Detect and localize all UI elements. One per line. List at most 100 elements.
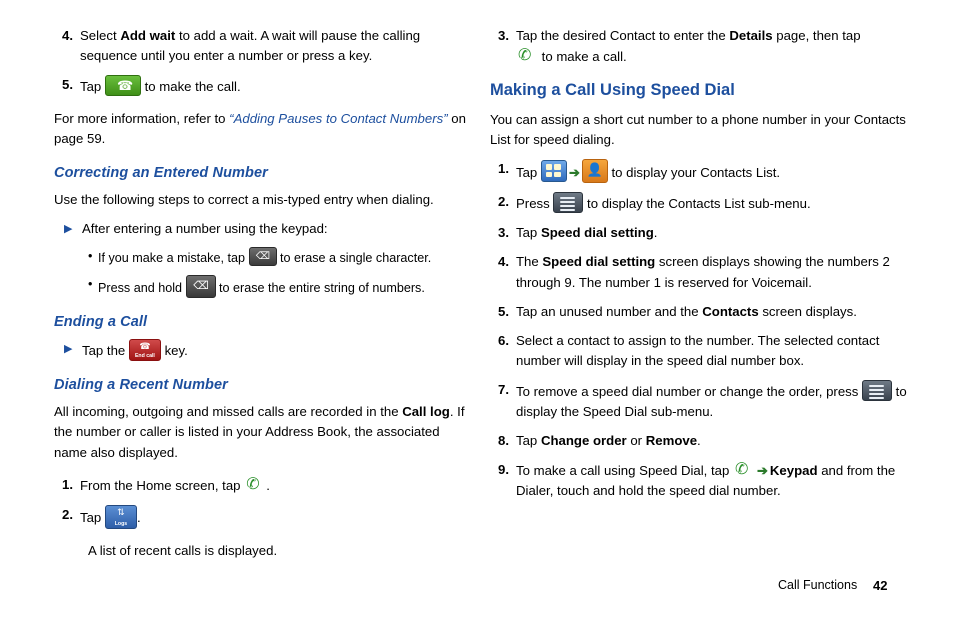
step-text: Tap ☎ to make the call. [80, 75, 474, 97]
correcting-body-text: Use the following steps to correct a mis… [54, 192, 434, 208]
step-text: Tap Change order or Remove. [516, 431, 910, 451]
step-text-mid: or [626, 432, 646, 448]
heading-correcting-entered-number: Correcting an Entered Number [54, 165, 268, 182]
list-item: 4. The Speed dial setting screen display… [490, 252, 910, 292]
step-text-bold: Speed dial setting [542, 254, 656, 270]
recent-body-bold: Call log [402, 404, 450, 420]
step-text: Tap ➔ 👤 to display your Contacts List. [516, 159, 910, 184]
bullet-icon: • [88, 277, 93, 292]
list-item: • Press and hold ⌫ to erase the entire s… [54, 275, 474, 299]
manual-page: 4. Select Add wait to add a wait. A wait… [0, 0, 954, 636]
step-text-bold: Add wait [120, 28, 176, 43]
arrow-text-pre: Tap the [82, 343, 129, 359]
step-text-pre: Tap [516, 225, 541, 241]
arrow-right-icon: ➔ [568, 165, 580, 181]
step-text: Select a contact to assign to the number… [516, 332, 880, 368]
step-number: 4. [62, 28, 73, 43]
step-number: 6. [498, 332, 509, 348]
step-number: 2. [62, 506, 73, 522]
backspace-delete-icon: ⌫ [185, 275, 216, 299]
bullet-icon: • [88, 249, 93, 264]
step-text-mid: page, then tap [772, 28, 861, 43]
step-number: 3. [498, 225, 509, 241]
step-text: Tap ⇅ Logs. [80, 504, 474, 529]
note-pre: For more information, refer to [54, 111, 230, 127]
step-text-pre: The [516, 254, 543, 270]
list-item: 1. From the Home screen, tap ✆. [54, 474, 474, 496]
step-text: Tap an unused number and the Contacts sc… [516, 302, 910, 322]
step-text-post: screen displays. [758, 303, 857, 319]
step-text-pre: Tap [80, 509, 105, 525]
triangle-arrow-icon: ▶ [64, 223, 73, 236]
list-item: 2. Press to display the Contacts List su… [490, 192, 910, 214]
step-text-pre: Select [80, 28, 121, 43]
step-text-post: to make a call. [538, 49, 627, 65]
arrow-item: ▶ Tap the ☎ End call key. [54, 339, 474, 362]
list-item: 6. Select a contact to assign to the num… [490, 331, 910, 371]
step-text: Tap Speed dial setting. [516, 223, 910, 243]
bullet-text-post: to erase the entire string of numbers. [215, 281, 425, 296]
list-item: 8. Tap Change order or Remove. [490, 431, 910, 451]
step-text-bold: Keypad [769, 462, 818, 478]
recent-body-text: All incoming, outgoing and missed calls … [54, 402, 474, 462]
heading-making-call-speed-dial: Making a Call Using Speed Dial [490, 81, 735, 100]
step-text: From the Home screen, tap ✆. [80, 474, 474, 496]
call-handset-icon: ✆ [516, 46, 538, 67]
step-text-bold2: Remove [645, 432, 698, 448]
phone-dialer-icon: ✆ [732, 459, 755, 480]
speed-dial-body-text: You can assign a short cut number to a p… [490, 112, 906, 148]
phone-dialer-icon: ✆ [244, 474, 267, 495]
step-text: To remove a speed dial number or change … [516, 379, 910, 422]
step-number: 5. [62, 77, 73, 93]
list-item: 5. Tap an unused number and the Contacts… [490, 302, 910, 322]
menu-key-icon [553, 192, 584, 214]
cross-reference-note: For more information, refer to “Adding P… [54, 109, 474, 149]
note-quoted-title: “Adding Pauses to Contact Numbers” [229, 111, 448, 127]
step-text-post: to display your Contacts List. [607, 165, 781, 181]
right-column: 3. Tap the desired Contact to enter the … [490, 26, 910, 510]
end-call-red-button-icon: ☎ End call [128, 339, 161, 362]
list-item: 1. Tap ➔ 👤 to display your Contacts List. [490, 159, 910, 184]
bullet-text-pre: Press and hold [98, 281, 186, 296]
step-text: To make a call using Speed Dial, tap ✆ ➔ K… [516, 459, 910, 501]
step-text-pre: Tap [80, 79, 105, 95]
step-text: Press to display the Contacts List sub-m… [516, 192, 910, 214]
arrow-item: ▶ After entering a number using the keyp… [54, 219, 474, 239]
step-number: 3. [498, 28, 509, 43]
bullet-text: Press and hold ⌫ to erase the entire str… [98, 275, 474, 299]
list-item: • If you make a mistake, tap ⌫ to erase … [54, 247, 474, 268]
step-number: 1. [498, 161, 509, 177]
step-text-post: to display the Contacts List sub-menu. [583, 196, 811, 212]
list-item: 9. To make a call using Speed Dial, tap … [490, 459, 910, 501]
step-text-pre: Press [516, 196, 554, 212]
footer-page-number: 42 [873, 578, 888, 593]
contacts-orange-icon: 👤 [581, 159, 608, 184]
step-text-post: . [653, 225, 658, 241]
recent-result-text: A list of recent calls is displayed. [88, 542, 278, 558]
list-item: 7. To remove a speed dial number or chan… [490, 379, 910, 422]
step-number: 1. [62, 476, 73, 492]
list-item: 5. Tap ☎ to make the call. [54, 75, 474, 97]
menu-key-icon [862, 379, 893, 401]
step-text-post: to make the call. [140, 79, 241, 95]
step-text: Select Add wait to add a wait. A wait wi… [80, 26, 474, 66]
footer-section-label: Call Functions [778, 578, 858, 592]
step-number: 8. [498, 432, 509, 448]
list-item: 4. Select Add wait to add a wait. A wait… [54, 26, 474, 66]
step-text-pre: Tap [516, 165, 541, 181]
step-text-post: . [136, 509, 141, 525]
step-text-post: . [697, 432, 701, 448]
step-number: 4. [498, 254, 509, 270]
arrow-text: After entering a number using the keypad… [82, 221, 328, 237]
triangle-arrow-icon: ▶ [64, 343, 73, 356]
step-number: 5. [498, 303, 509, 319]
step-text-post: . [266, 477, 270, 493]
step-text-pre: To remove a speed dial number or change … [516, 383, 863, 399]
left-column: 4. Select Add wait to add a wait. A wait… [54, 26, 474, 570]
heading-dialing-recent-number: Dialing a Recent Number [54, 377, 228, 394]
bullet-text-pre: If you make a mistake, tap [98, 251, 249, 266]
step-text-bold: Change order [540, 432, 627, 448]
step-text-bold: Speed dial setting [540, 225, 654, 241]
arrow-text-post: key. [160, 343, 188, 359]
step-text: Tap the desired Contact to enter the Det… [516, 26, 910, 67]
